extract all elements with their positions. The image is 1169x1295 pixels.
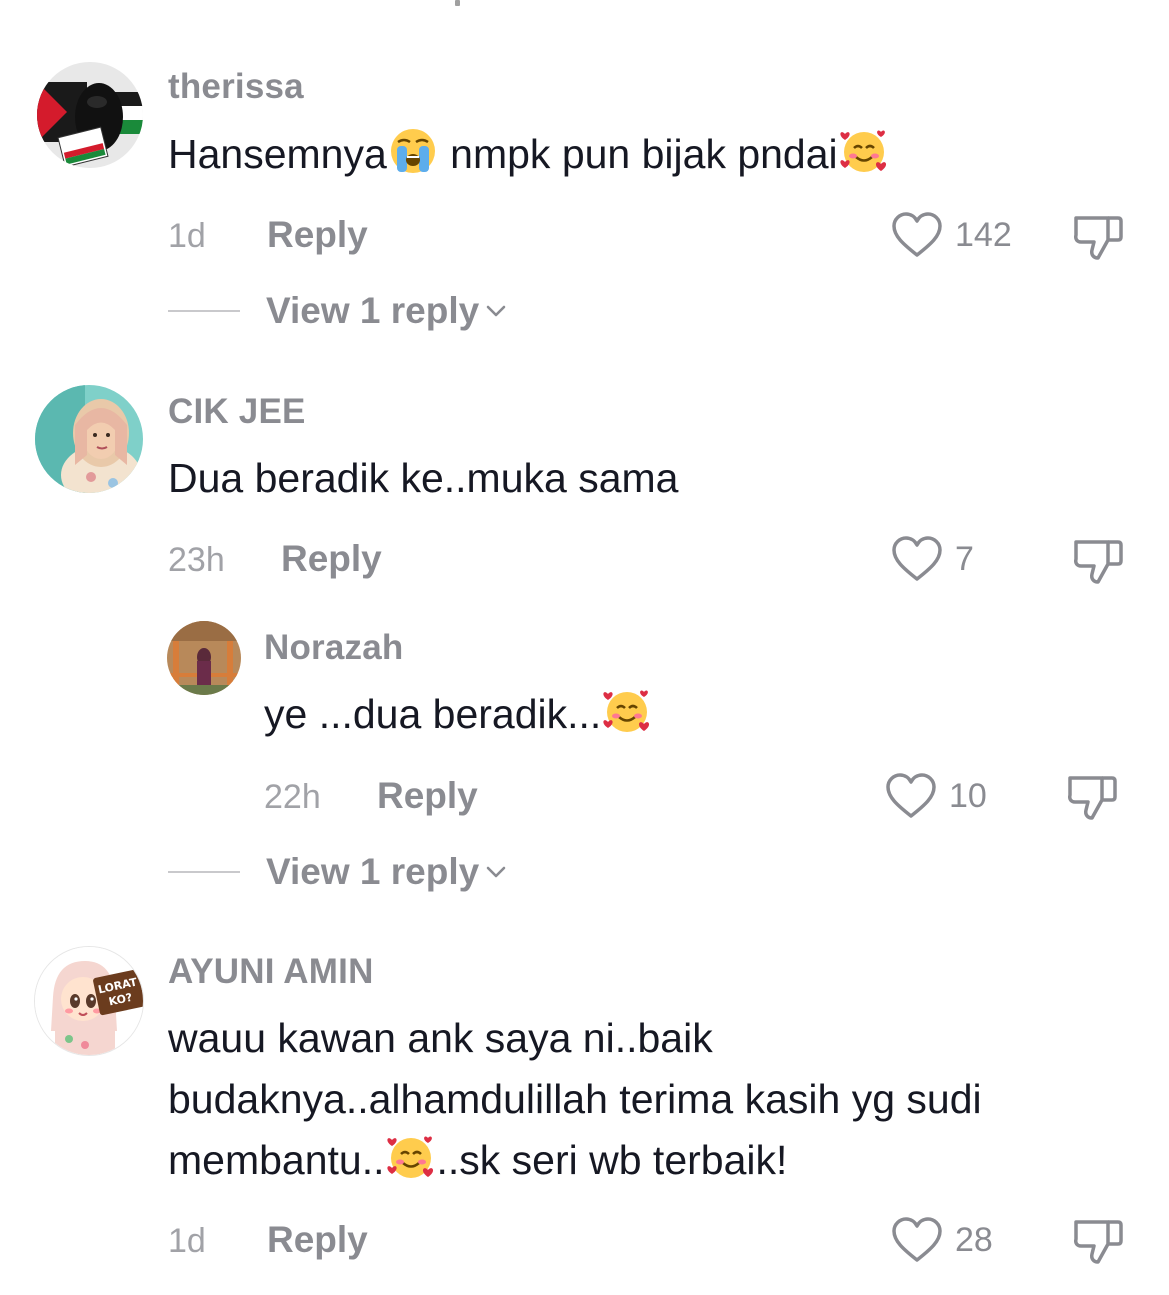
loudly-crying-face-emoji <box>388 126 438 176</box>
reply-username[interactable]: Norazah <box>264 628 404 668</box>
reply-avatar[interactable] <box>167 621 241 695</box>
smiling-face-with-hearts-emoji <box>386 1132 436 1182</box>
dislike-button[interactable] <box>1072 212 1124 262</box>
reply-timestamp: 22h <box>264 778 321 816</box>
heart-icon <box>892 212 942 257</box>
smiling-face-with-hearts-emoji <box>602 686 652 736</box>
heart-icon <box>892 536 942 581</box>
dislike-button[interactable] <box>1066 772 1118 822</box>
heart-icon <box>892 1217 942 1262</box>
comment-text-part: nmpk pun bijak pndai <box>438 131 838 177</box>
like-count: 142 <box>955 215 1012 254</box>
comment-text-line: wauu kawan ank saya ni..baik <box>168 1015 713 1061</box>
view-replies-label: View 1 reply <box>266 851 480 892</box>
comments-panel: therissa Hansemnya nmpk pun bijak pndai <box>0 0 1169 1295</box>
view-replies-button[interactable]: View 1 reply <box>168 290 509 332</box>
reply-button[interactable]: Reply <box>267 214 368 256</box>
smiling-face-with-hearts-emoji <box>839 126 889 176</box>
comment-text: Dua beradik ke..muka sama <box>168 455 679 501</box>
avatar[interactable] <box>35 385 143 493</box>
like-button[interactable]: 7 <box>891 535 974 583</box>
avatar[interactable]: LORAT KO? <box>35 947 143 1055</box>
view-replies-button[interactable]: View 1 reply <box>168 851 509 893</box>
reply-text: ye ...dua beradik... <box>264 684 653 745</box>
thumbs-down-icon <box>1068 776 1117 820</box>
comment-username[interactable]: CIK JEE <box>168 392 306 432</box>
dislike-button[interactable] <box>1072 536 1124 586</box>
comment-text-part: ..sk seri wb terbaik! <box>436 1137 788 1183</box>
chevron-down-icon <box>483 298 509 324</box>
thumbs-down-icon <box>1074 216 1123 260</box>
like-button[interactable]: 28 <box>891 1216 993 1264</box>
comment-timestamp: 1d <box>168 1222 206 1260</box>
like-button[interactable]: 142 <box>891 211 1012 259</box>
like-count: 28 <box>955 1220 993 1259</box>
comment-timestamp: 23h <box>168 541 225 579</box>
comment-text-part: membantu.. <box>168 1137 385 1183</box>
thumbs-down-icon <box>1074 1220 1123 1264</box>
like-count: 10 <box>949 776 987 815</box>
reply-text-part: ye ...dua beradik... <box>264 691 602 737</box>
chevron-down-icon <box>483 859 509 885</box>
thumbs-down-icon <box>1074 540 1123 584</box>
comment-text: Hansemnya nmpk pun bijak pndai <box>168 124 890 185</box>
reply-button[interactable]: Reply <box>377 775 478 817</box>
heart-icon <box>886 773 936 818</box>
reply-button[interactable]: Reply <box>281 538 382 580</box>
view-replies-label: View 1 reply <box>266 290 480 331</box>
comment-text-line: budaknya..alhamdulillah terima kasih yg … <box>168 1076 982 1122</box>
like-button[interactable]: 10 <box>885 772 987 820</box>
drag-handle-dot <box>455 0 460 6</box>
divider-line <box>168 871 240 873</box>
comment-username[interactable]: AYUNI AMIN <box>168 952 374 992</box>
comment-username[interactable]: therissa <box>168 67 304 107</box>
comment-text-part: Hansemnya <box>168 131 387 177</box>
comment-text-line: membantu.. ..sk seri wb terbaik! <box>168 1130 787 1191</box>
divider-line <box>168 310 240 312</box>
like-count: 7 <box>955 539 974 578</box>
dislike-button[interactable] <box>1072 1216 1124 1266</box>
comment-timestamp: 1d <box>168 217 206 255</box>
avatar[interactable] <box>37 62 143 168</box>
reply-button[interactable]: Reply <box>267 1219 368 1261</box>
